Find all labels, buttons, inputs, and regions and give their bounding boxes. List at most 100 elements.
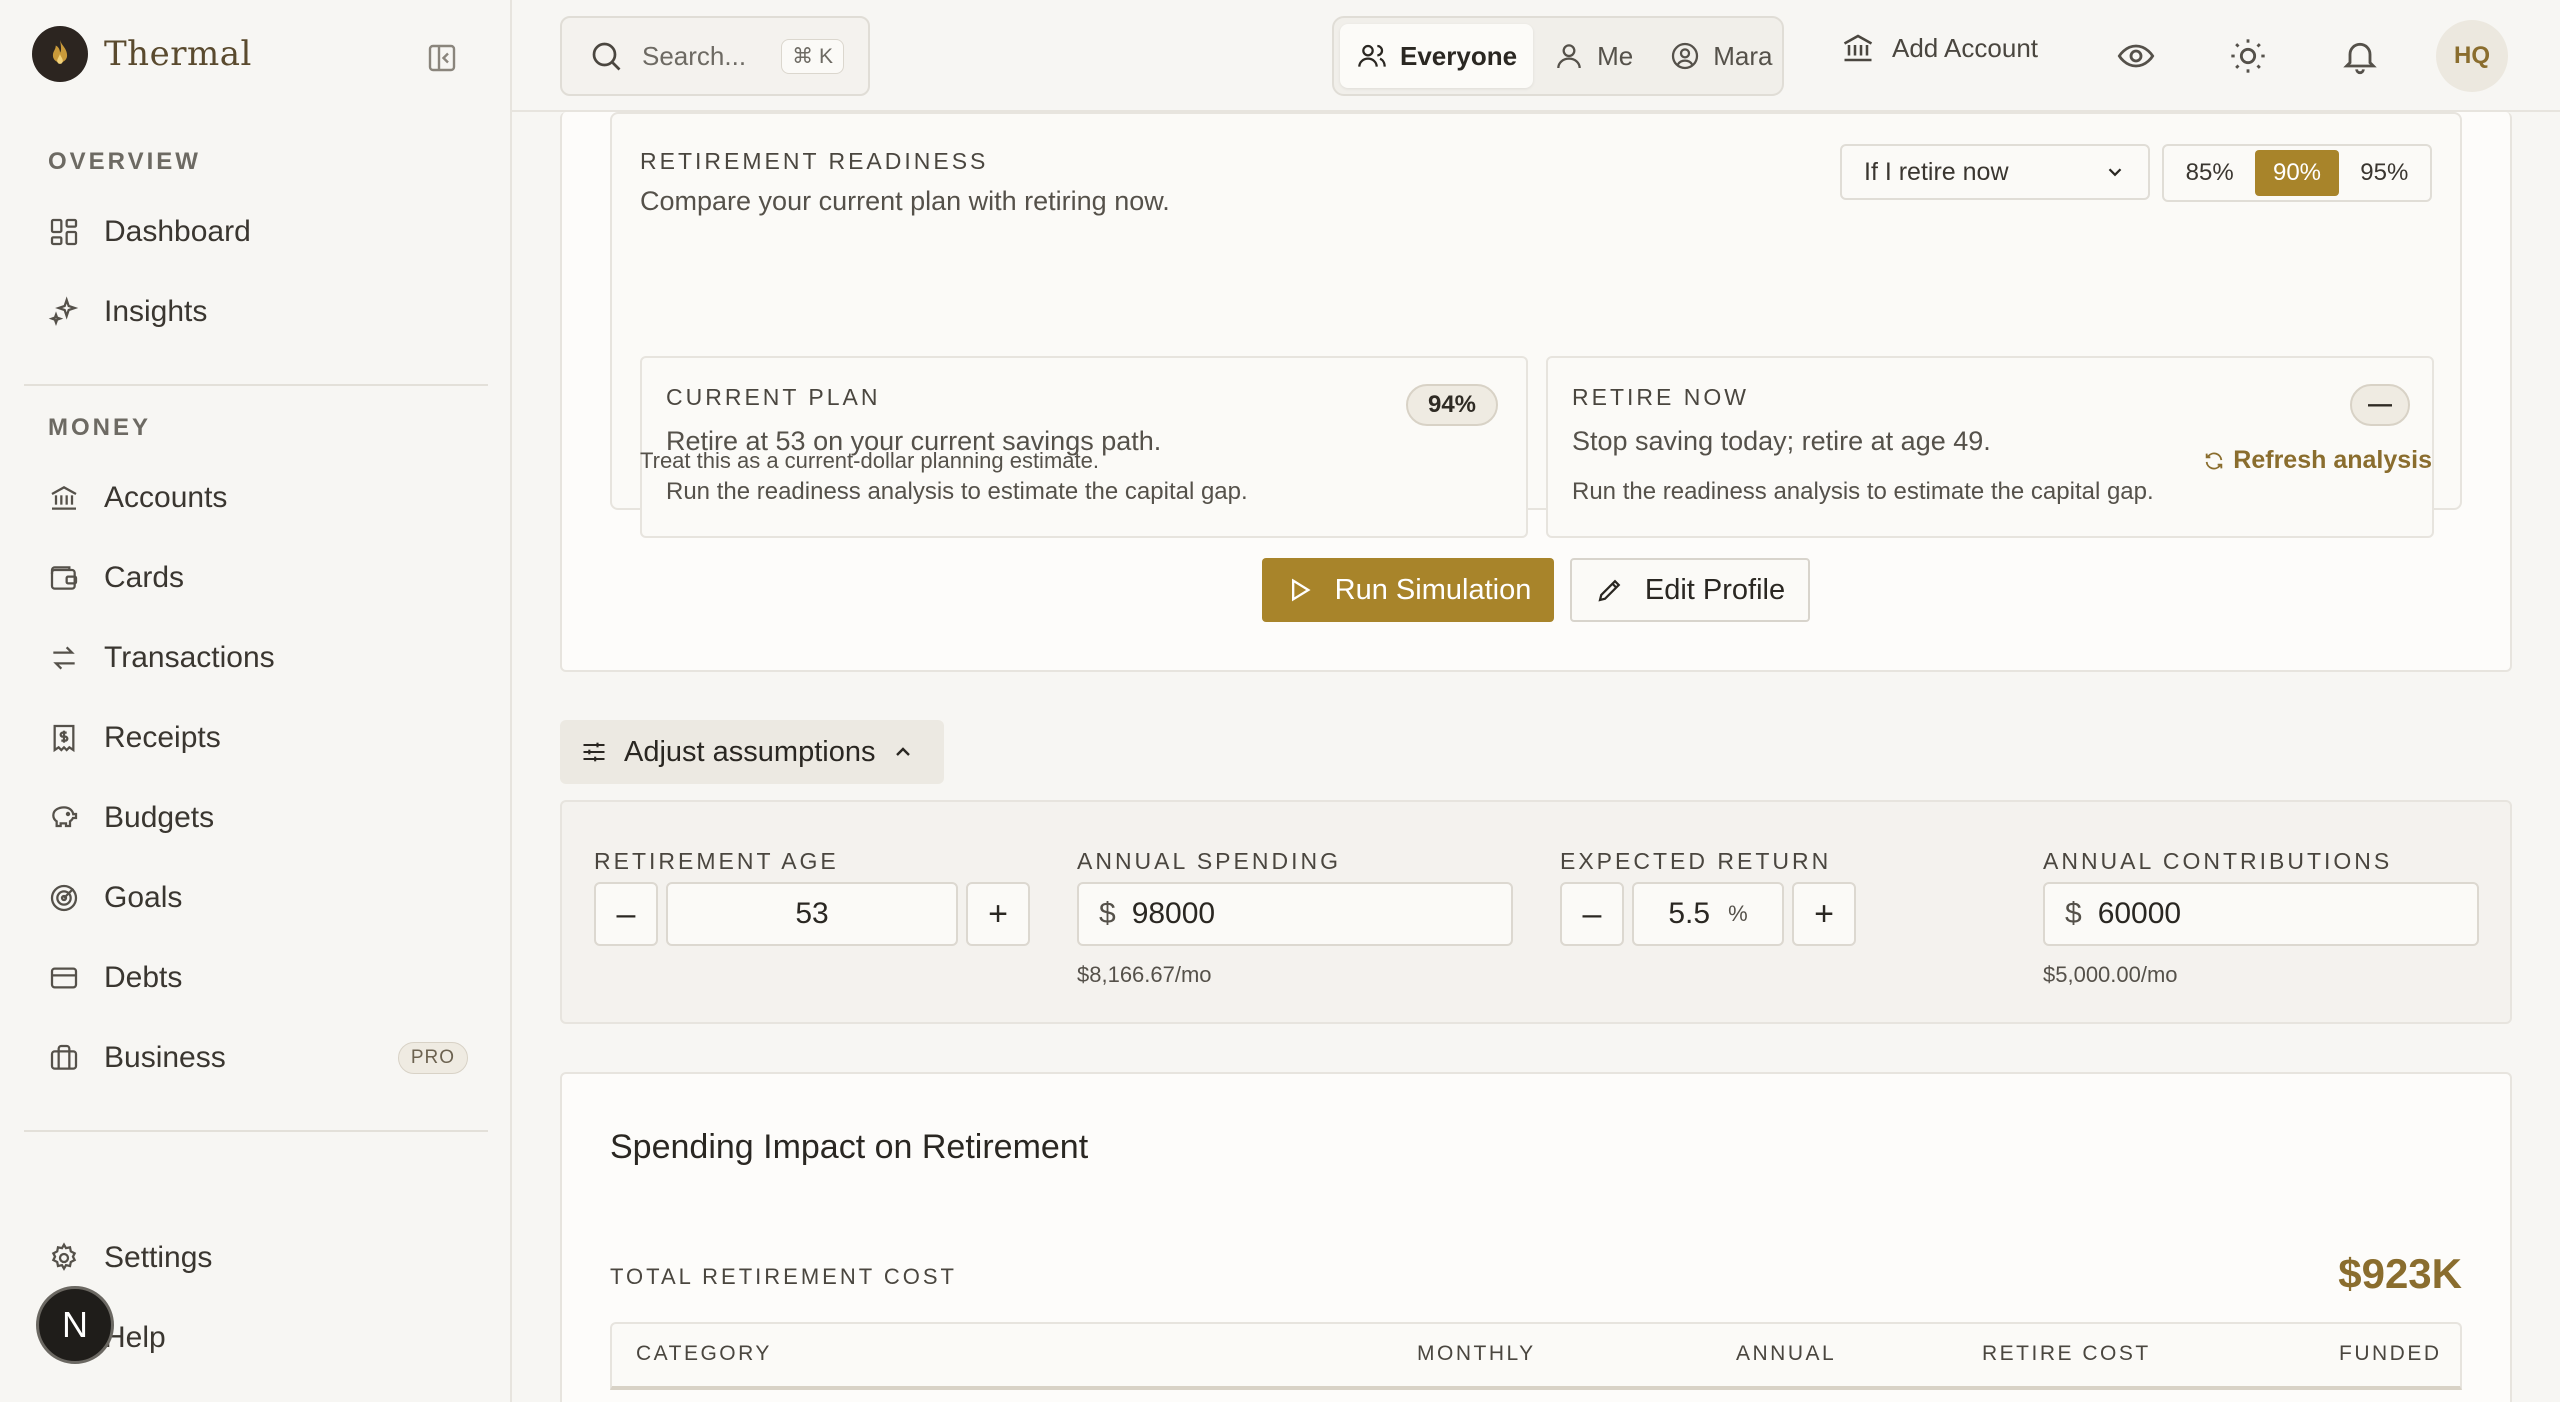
search-placeholder: Search... [642, 40, 747, 71]
column-header-retire-cost[interactable]: RETIRE COST [1982, 1342, 2151, 1366]
scope-mara[interactable]: Mara [1653, 24, 1788, 88]
expected-return-label: EXPECTED RETURN [1560, 848, 1832, 874]
retirement-age-input[interactable]: 53 [666, 882, 958, 946]
retirement-age-decrement[interactable]: – [594, 882, 658, 946]
wallet-icon [48, 562, 80, 594]
annual-contributions-input[interactable]: $ 60000 [2043, 882, 2479, 946]
run-simulation-button[interactable]: Run Simulation [1262, 558, 1554, 622]
retire-now-title: RETIRE NOW [1572, 384, 1749, 410]
sidebar-item-receipts[interactable]: Receipts [48, 708, 468, 768]
briefcase-icon [48, 1042, 80, 1074]
refresh-icon [2203, 450, 2225, 472]
bank-icon [48, 482, 80, 514]
expected-return-decrement[interactable]: – [1560, 882, 1624, 946]
sidebar-item-label: Cards [104, 561, 185, 594]
annual-spending-input[interactable]: $ 98000 [1077, 882, 1513, 946]
section-label-overview: OVERVIEW [48, 148, 201, 175]
annual-contributions-label: ANNUAL CONTRIBUTIONS [2043, 848, 2393, 874]
user-icon [1553, 40, 1585, 72]
scope-label: Me [1597, 40, 1634, 71]
sidebar-item-label: Debts [104, 961, 183, 994]
brand-name: Thermal [104, 34, 252, 74]
retire-now-description: Stop saving today; retire at age 49. [1572, 426, 1991, 456]
readiness-title: RETIREMENT READINESS [640, 148, 989, 174]
scope-switcher: Everyone Me Mara [1332, 16, 1784, 96]
retirement-age-label: RETIREMENT AGE [594, 848, 839, 874]
sidebar-item-insights[interactable]: Insights [48, 282, 468, 342]
adjust-assumptions-label: Adjust assumptions [624, 735, 876, 768]
search-input[interactable]: Search... ⌘ K [560, 16, 870, 96]
sidebar-item-settings[interactable]: Settings [48, 1228, 468, 1288]
sidebar-item-label: Accounts [104, 481, 228, 514]
confidence-selector: 85% 90% 95% [2162, 144, 2432, 202]
sidebar-item-cards[interactable]: Cards [48, 548, 468, 608]
confidence-85[interactable]: 85% [2168, 150, 2251, 196]
sidebar-item-transactions[interactable]: Transactions [48, 628, 468, 688]
sidebar-item-accounts[interactable]: Accounts [48, 468, 468, 528]
piggy-bank-icon [48, 802, 80, 834]
eye-icon[interactable] [2116, 36, 2156, 76]
user-avatar[interactable]: HQ [2436, 20, 2508, 92]
annual-spending-label: ANNUAL SPENDING [1077, 848, 1341, 874]
floating-avatar[interactable]: N [36, 1286, 114, 1364]
sidebar-item-label: Transactions [104, 641, 275, 674]
column-header-funded[interactable]: FUNDED [2339, 1342, 2442, 1366]
user-circle-icon [1669, 40, 1701, 72]
sidebar-item-label: Business [104, 1041, 226, 1074]
sun-icon[interactable] [2228, 36, 2268, 76]
current-plan-card: CURRENT PLAN 94% Retire at 53 on your cu… [640, 356, 1528, 538]
currency-prefix: $ [1099, 897, 1116, 930]
confidence-95[interactable]: 95% [2343, 150, 2426, 196]
target-icon [48, 882, 80, 914]
spending-table-header [610, 1322, 2462, 1390]
annual-contributions-monthly: $5,000.00/mo [2043, 962, 2178, 987]
column-header-monthly[interactable]: MONTHLY [1417, 1342, 1536, 1366]
confidence-90[interactable]: 90% [2255, 150, 2339, 196]
sidebar-item-label: Settings [104, 1241, 213, 1274]
edit-profile-button[interactable]: Edit Profile [1570, 558, 1810, 622]
expected-return-value: 5.5 [1668, 897, 1711, 930]
sparkle-icon [48, 296, 80, 328]
search-icon [588, 38, 624, 74]
search-shortcut: ⌘ K [781, 38, 844, 74]
refresh-analysis-button[interactable]: Refresh analysis [2203, 446, 2432, 475]
sidebar-item-business[interactable]: Business PRO [48, 1028, 468, 1088]
scope-me[interactable]: Me [1537, 24, 1649, 88]
spending-impact-title: Spending Impact on Retirement [610, 1128, 1089, 1166]
bell-icon[interactable] [2340, 36, 2380, 76]
refresh-label: Refresh analysis [2233, 446, 2432, 474]
adjust-assumptions-toggle[interactable]: Adjust assumptions [560, 720, 944, 784]
sidebar-item-goals[interactable]: Goals [48, 868, 468, 928]
currency-prefix: $ [2065, 897, 2082, 930]
scenario-select[interactable]: If I retire now [1840, 144, 2150, 200]
column-header-annual[interactable]: ANNUAL [1736, 1342, 1836, 1366]
scope-everyone[interactable]: Everyone [1340, 24, 1534, 88]
add-account-button[interactable]: Add Account [1840, 30, 2038, 66]
sidebar-item-label: Dashboard [104, 215, 251, 248]
expected-return-increment[interactable]: + [1792, 882, 1856, 946]
play-icon [1285, 576, 1313, 604]
sidebar-item-dashboard[interactable]: Dashboard [48, 202, 468, 262]
retirement-age-increment[interactable]: + [966, 882, 1030, 946]
scenario-select-value: If I retire now [1864, 157, 2009, 186]
sidebar-item-budgets[interactable]: Budgets [48, 788, 468, 848]
sidebar-item-debts[interactable]: Debts [48, 948, 468, 1008]
annual-spending-value: 98000 [1131, 897, 1216, 930]
current-plan-title: CURRENT PLAN [666, 384, 881, 410]
scope-label: Mara [1713, 40, 1773, 71]
pencil-icon [1595, 575, 1625, 605]
percent-suffix: % [1728, 901, 1748, 926]
sidebar-item-label: Receipts [104, 721, 221, 754]
add-account-label: Add Account [1892, 32, 2038, 63]
column-header-category[interactable]: CATEGORY [636, 1342, 772, 1366]
sidebar-collapse-icon[interactable] [424, 40, 460, 76]
users-icon [1356, 40, 1388, 72]
readiness-subtitle: Compare your current plan with retiring … [640, 186, 1170, 216]
sidebar: Thermal OVERVIEW Dashboard Insights MONE… [0, 0, 512, 1402]
expected-return-input[interactable]: 5.5 % [1632, 882, 1784, 946]
dashboard-icon [48, 216, 80, 248]
run-simulation-label: Run Simulation [1334, 573, 1532, 606]
brand[interactable]: Thermal [32, 26, 252, 82]
sliders-icon [580, 738, 608, 766]
pro-badge: PRO [397, 1042, 468, 1074]
